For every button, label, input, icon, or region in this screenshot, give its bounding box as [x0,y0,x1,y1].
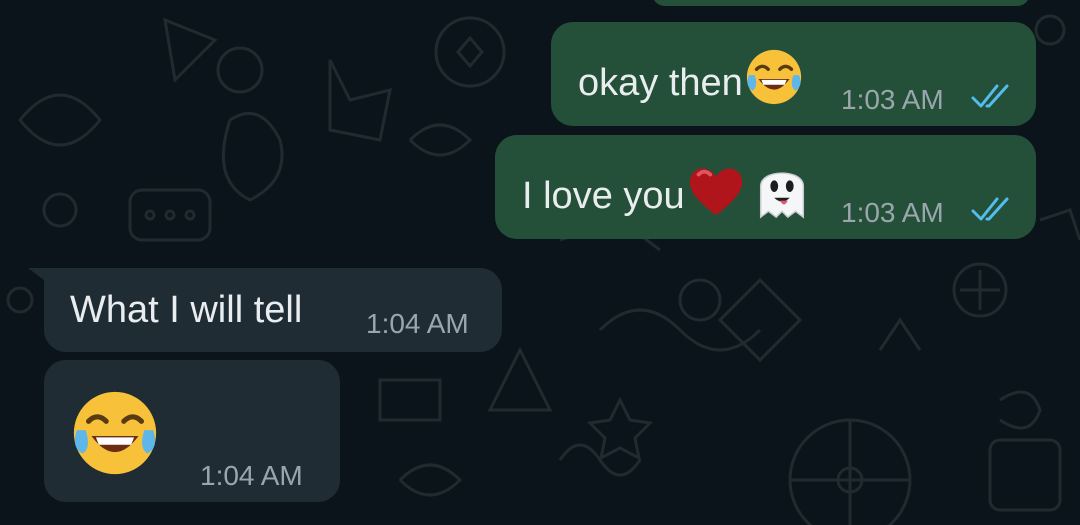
message-bubble-partial [652,0,1030,6]
message-timestamp: 1:03 AM [841,84,944,115]
message-bubble-incoming[interactable]: What I will tell 1:04 AM [44,268,502,352]
message-text: okay then [578,62,743,105]
message-timestamp: 1:04 AM [200,460,303,491]
message-timestamp: 1:03 AM [841,197,944,228]
message-timestamp: 1:04 AM [366,308,469,339]
message-bubble-incoming[interactable]: 1:04 AM [44,360,340,502]
message-bubble-outgoing[interactable]: okay then 1:03 AM [551,22,1036,126]
ghost-icon [751,159,813,231]
message-text: What I will tell [70,289,303,331]
message-bubble-outgoing[interactable]: I love you 1:03 AM [495,135,1036,239]
red-heart-icon [685,161,747,229]
face-with-tears-of-joy-icon [68,386,162,485]
read-ticks-icon [971,84,1009,108]
face-with-tears-of-joy-icon [743,46,805,118]
read-ticks-icon [971,197,1009,221]
message-text: I love you [522,175,685,218]
